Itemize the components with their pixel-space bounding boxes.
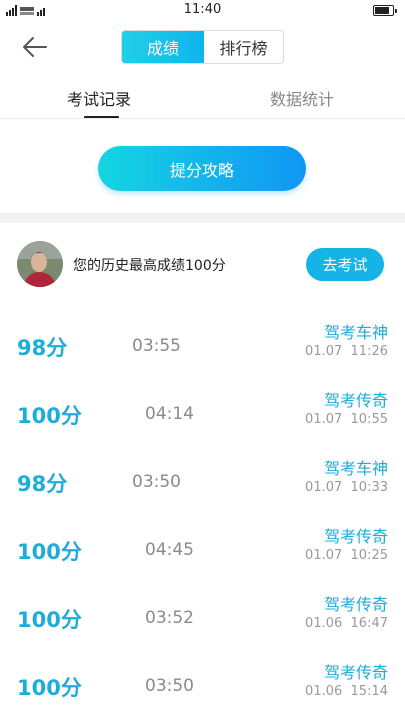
back-arrow-icon [23,37,47,57]
back-button[interactable] [17,32,51,62]
battery-icon [373,5,397,16]
record-score: 98分 [17,336,68,360]
record-row[interactable]: 100分 04:14 驾考传奇 01.07 10:55 [0,391,405,462]
section-divider [0,213,405,223]
record-date: 01.07 10:55 [305,412,388,427]
record-title: 驾考车神 [323,459,388,478]
go-exam-button[interactable]: 去考试 [306,248,384,281]
record-duration: 03:50 [132,472,181,492]
record-score: 100分 [17,676,82,700]
record-duration: 04:45 [145,540,194,560]
status-bar: 11:40 [0,0,405,22]
record-score: 100分 [17,404,82,428]
record-row[interactable]: 98分 03:55 驾考车神 01.07 11:26 [0,323,405,394]
best-score-text: 您的历史最高成绩100分 [73,258,226,274]
record-duration: 03:52 [145,608,194,628]
score-tips-button[interactable]: 提分攻略 [98,146,306,191]
record-row[interactable]: 98分 03:50 驾考车神 01.07 10:33 [0,459,405,530]
record-date: 01.07 10:33 [305,480,388,495]
record-duration: 03:50 [145,676,194,696]
segmented-control: 成绩 排行榜 [121,30,284,64]
divider [0,118,405,119]
record-date: 01.06 16:47 [305,616,388,631]
record-title: 驾考传奇 [323,391,388,410]
record-title: 驾考传奇 [323,527,388,546]
record-duration: 04:14 [145,404,194,424]
record-date: 01.07 10:25 [305,548,388,563]
avatar [17,241,63,287]
record-title: 驾考传奇 [323,663,388,682]
record-duration: 03:55 [132,336,181,356]
record-row[interactable]: 100分 03:52 驾考传奇 01.06 16:47 [0,595,405,666]
record-row[interactable]: 100分 04:45 驾考传奇 01.07 10:25 [0,527,405,598]
record-date: 01.06 15:14 [305,684,388,699]
record-score: 100分 [17,540,82,564]
tab-exam-records[interactable]: 考试记录 [67,86,131,110]
tab-data-statistics[interactable]: 数据统计 [270,86,334,110]
record-title: 驾考车神 [323,323,388,342]
record-score: 100分 [17,608,82,632]
record-title: 驾考传奇 [323,595,388,614]
record-row[interactable]: 100分 03:50 驾考传奇 01.06 15:14 [0,663,405,720]
segment-score[interactable]: 成绩 [122,31,204,63]
record-score: 98分 [17,472,68,496]
record-date: 01.07 11:26 [305,344,388,359]
status-time: 11:40 [183,2,222,17]
battery-level [375,7,390,14]
segment-ranking[interactable]: 排行榜 [204,31,283,63]
